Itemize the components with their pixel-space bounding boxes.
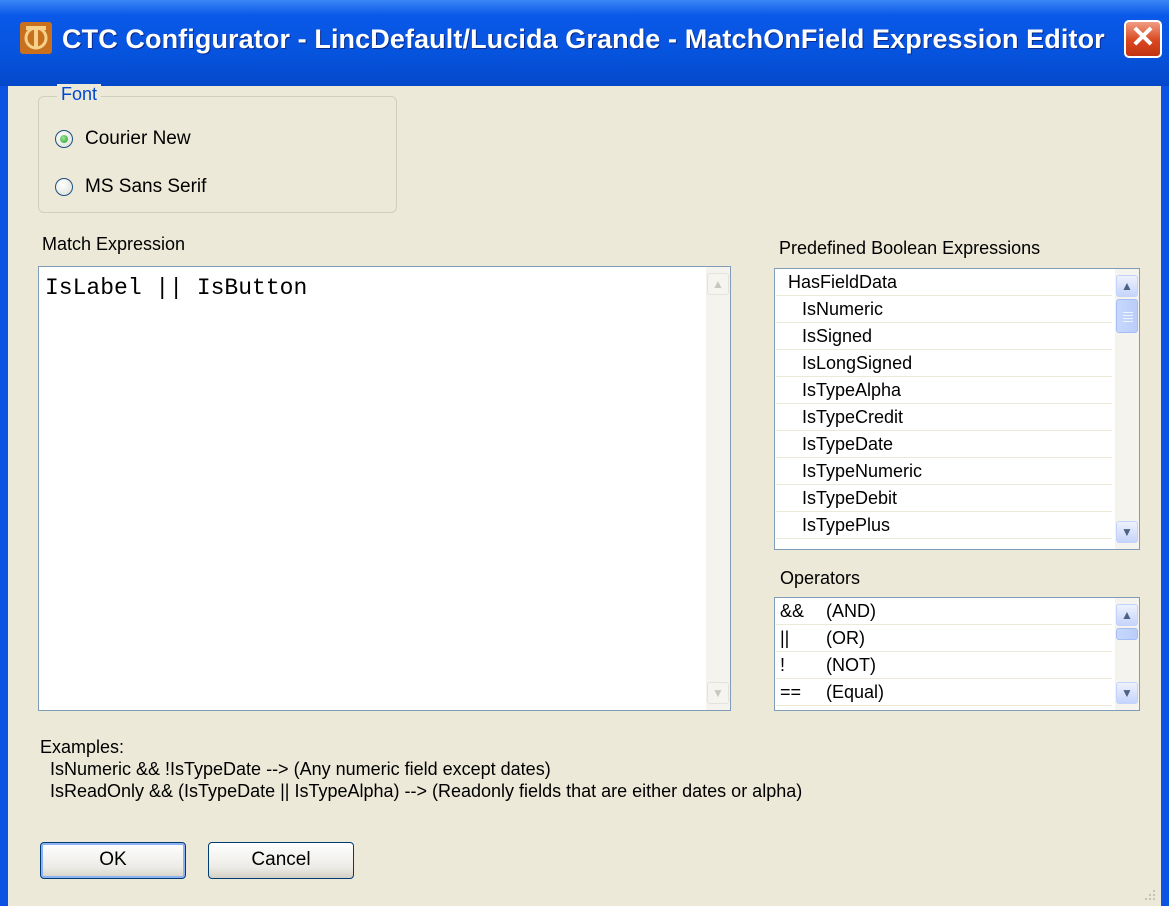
chevron-up-icon: ▲ <box>1121 279 1133 293</box>
operators-label: Operators <box>780 568 861 588</box>
dialog-window: CTC Configurator - LincDefault/Lucida Gr… <box>0 0 1169 906</box>
list-item[interactable]: IsTypeDate <box>776 431 1112 458</box>
radio-label: MS Sans Serif <box>85 176 207 197</box>
example-line: IsReadOnly && (IsTypeDate || IsTypeAlpha… <box>50 781 803 801</box>
scroll-down-button[interactable]: ▼ <box>1116 682 1138 704</box>
operator-name: (Equal) <box>826 682 885 702</box>
examples-heading: Examples: <box>40 737 125 757</box>
predefined-scrollbar[interactable]: ▲ ▼ <box>1115 269 1139 549</box>
scroll-thumb[interactable] <box>1116 628 1138 640</box>
example-line: IsNumeric && !IsTypeDate --> (Any numeri… <box>50 759 551 779</box>
close-icon: ✕ <box>1130 21 1156 54</box>
operator-name: (NOT) <box>826 655 876 675</box>
list-item[interactable]: IsTypeCredit <box>776 404 1112 431</box>
dialog-client-area: Font Courier New MS Sans Serif Match Exp… <box>8 84 1161 906</box>
radio-ms-sans-serif[interactable]: MS Sans Serif <box>55 174 206 200</box>
scroll-up-button[interactable]: ▲ <box>1116 604 1138 626</box>
list-item[interactable]: IsTypeNumeric <box>776 458 1112 485</box>
examples-block: Examples: IsNumeric && !IsTypeDate --> (… <box>40 736 802 802</box>
operators-scrollbar[interactable]: ▲ ▼ <box>1115 598 1139 710</box>
predefined-listbox[interactable]: HasFieldData IsNumeric IsSigned IsLongSi… <box>774 268 1140 550</box>
match-expression-label: Match Expression <box>42 234 186 254</box>
title-bar[interactable]: CTC Configurator - LincDefault/Lucida Gr… <box>0 0 1169 86</box>
operators-listbox[interactable]: && (AND) || (OR) ! (NOT) == (Equal) ▲ ▼ <box>774 597 1140 711</box>
predefined-label: Predefined Boolean Expressions <box>779 238 1041 258</box>
list-item[interactable]: == (Equal) <box>776 679 1112 706</box>
scroll-up-button[interactable]: ▲ <box>1116 275 1138 297</box>
font-group-label: Font <box>57 84 102 105</box>
scroll-thumb[interactable] <box>1116 299 1138 333</box>
list-item[interactable]: IsTypePlus <box>776 512 1112 539</box>
cancel-button[interactable]: Cancel <box>208 842 354 879</box>
list-item[interactable]: IsTypeDebit <box>776 485 1112 512</box>
list-item[interactable]: && (AND) <box>776 598 1112 625</box>
operator-symbol: ! <box>780 655 786 675</box>
list-item[interactable]: IsLongSigned <box>776 350 1112 377</box>
ctc-logo-icon <box>20 22 52 54</box>
operator-name: (OR) <box>826 628 865 648</box>
chevron-down-icon: ▼ <box>1121 686 1133 700</box>
chevron-down-icon: ▼ <box>1121 525 1133 539</box>
list-item[interactable]: IsSigned <box>776 323 1112 350</box>
scroll-down-button[interactable]: ▼ <box>1116 521 1138 543</box>
resize-grip-icon[interactable] <box>1143 888 1157 902</box>
list-item[interactable]: IsNumeric <box>776 296 1112 323</box>
close-button[interactable]: ✕ <box>1124 20 1162 58</box>
operator-name: (AND) <box>826 601 876 621</box>
operator-symbol: && <box>780 601 805 621</box>
chevron-up-icon: ▲ <box>1121 608 1133 622</box>
list-item[interactable]: ! (NOT) <box>776 652 1112 679</box>
scroll-down-button[interactable]: ▼ <box>707 682 729 704</box>
scroll-up-button[interactable]: ▲ <box>707 273 729 295</box>
list-item[interactable]: IsTypeAlpha <box>776 377 1112 404</box>
radio-courier-new[interactable]: Courier New <box>55 126 191 152</box>
window-title: CTC Configurator - LincDefault/Lucida Gr… <box>62 24 1105 54</box>
radio-button-unselected[interactable] <box>55 178 73 196</box>
radio-button-selected[interactable] <box>55 130 73 148</box>
ok-button[interactable]: OK <box>40 842 186 879</box>
operator-symbol: == <box>780 682 802 702</box>
textarea-scrollbar[interactable]: ▲ ▼ <box>706 267 730 710</box>
list-item[interactable]: HasFieldData <box>776 269 1112 296</box>
font-groupbox: Font Courier New MS Sans Serif <box>38 84 397 213</box>
chevron-up-icon: ▲ <box>712 277 724 291</box>
radio-selected-dot <box>60 135 68 143</box>
match-expression-textarea[interactable]: IsLabel || IsButton ▲ ▼ <box>38 266 731 711</box>
list-item[interactable]: || (OR) <box>776 625 1112 652</box>
chevron-down-icon: ▼ <box>712 686 724 700</box>
radio-label: Courier New <box>85 128 191 149</box>
operator-symbol: || <box>780 628 790 648</box>
match-expression-text[interactable]: IsLabel || IsButton <box>45 275 307 301</box>
